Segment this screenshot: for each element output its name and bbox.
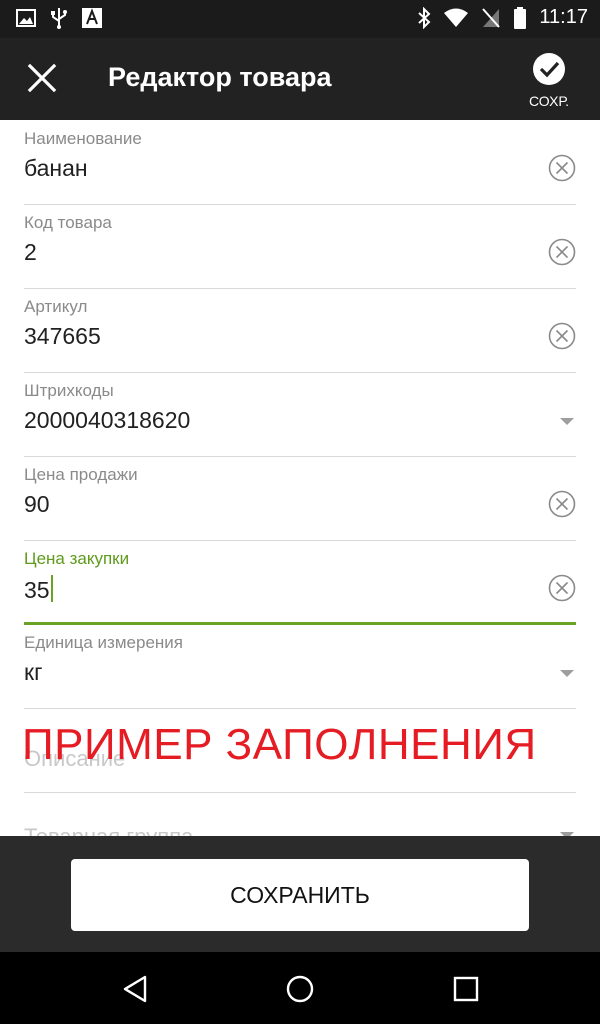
home-icon[interactable]: [285, 974, 315, 1004]
check-circle-icon: [533, 53, 565, 85]
field-value[interactable]: 2000040318620: [24, 407, 190, 434]
field-value[interactable]: банан: [24, 155, 88, 182]
field-value[interactable]: 347665: [24, 323, 101, 350]
wifi-icon: [443, 8, 469, 28]
clear-icon[interactable]: [548, 574, 576, 602]
field-product-group[interactable]: Товарная группа: [24, 792, 576, 836]
clear-icon[interactable]: [548, 490, 576, 518]
field-value: 35: [24, 577, 50, 603]
field-value[interactable]: 2: [24, 239, 37, 266]
field-sale-price[interactable]: Цена продажи 90: [24, 456, 576, 541]
usb-icon: [50, 7, 68, 29]
field-label: Единица измерения: [24, 633, 183, 652]
field-label: Штрихкоды: [24, 381, 114, 400]
sample-watermark: ПРИМЕР ЗАПОЛНЕНИЯ: [22, 720, 537, 769]
recent-apps-icon[interactable]: [451, 974, 481, 1004]
field-label: Наименование: [24, 129, 142, 148]
bluetooth-icon: [417, 6, 431, 29]
no-sim-icon: [481, 7, 501, 29]
image-icon: [16, 8, 36, 28]
close-icon: [27, 63, 57, 93]
toolbar-save-label: СОХР.: [529, 93, 569, 109]
battery-icon: [513, 6, 527, 29]
field-value[interactable]: 90: [24, 491, 50, 518]
app-toolbar: Редактор товара СОХР.: [0, 38, 600, 120]
field-label: Артикул: [24, 297, 88, 316]
field-value-wrap[interactable]: 35: [24, 575, 53, 604]
bottom-action-bar: СОХРАНИТЬ: [0, 836, 600, 952]
dropdown-arrow-icon[interactable]: [560, 418, 574, 425]
font-icon: [82, 8, 102, 28]
field-unit[interactable]: Единица измерения кг: [24, 624, 576, 709]
field-value[interactable]: кг: [24, 659, 42, 686]
clear-icon[interactable]: [548, 154, 576, 182]
field-purchase-price[interactable]: Цена закупки 35: [24, 540, 576, 625]
clock: 11:17: [539, 6, 588, 28]
system-navigation-bar: [0, 952, 600, 1024]
save-button[interactable]: СОХРАНИТЬ: [71, 859, 529, 931]
toolbar-save-button[interactable]: СОХР.: [524, 52, 574, 109]
close-button[interactable]: [22, 58, 62, 98]
field-placeholder: Товарная группа: [24, 824, 193, 836]
status-bar: 11:17: [0, 0, 600, 38]
dropdown-arrow-icon[interactable]: [560, 670, 574, 677]
field-code[interactable]: Код товара 2: [24, 204, 576, 289]
back-icon[interactable]: [121, 974, 151, 1004]
field-name[interactable]: Наименование банан: [24, 120, 576, 205]
clear-icon[interactable]: [548, 238, 576, 266]
field-label: Цена продажи: [24, 465, 138, 484]
text-cursor: [50, 575, 53, 602]
field-label: Код товара: [24, 213, 112, 232]
field-barcodes[interactable]: Штрихкоды 2000040318620: [24, 372, 576, 457]
clear-icon[interactable]: [548, 322, 576, 350]
field-article[interactable]: Артикул 347665: [24, 288, 576, 373]
field-label: Цена закупки: [24, 549, 130, 568]
page-title: Редактор товара: [108, 62, 332, 92]
